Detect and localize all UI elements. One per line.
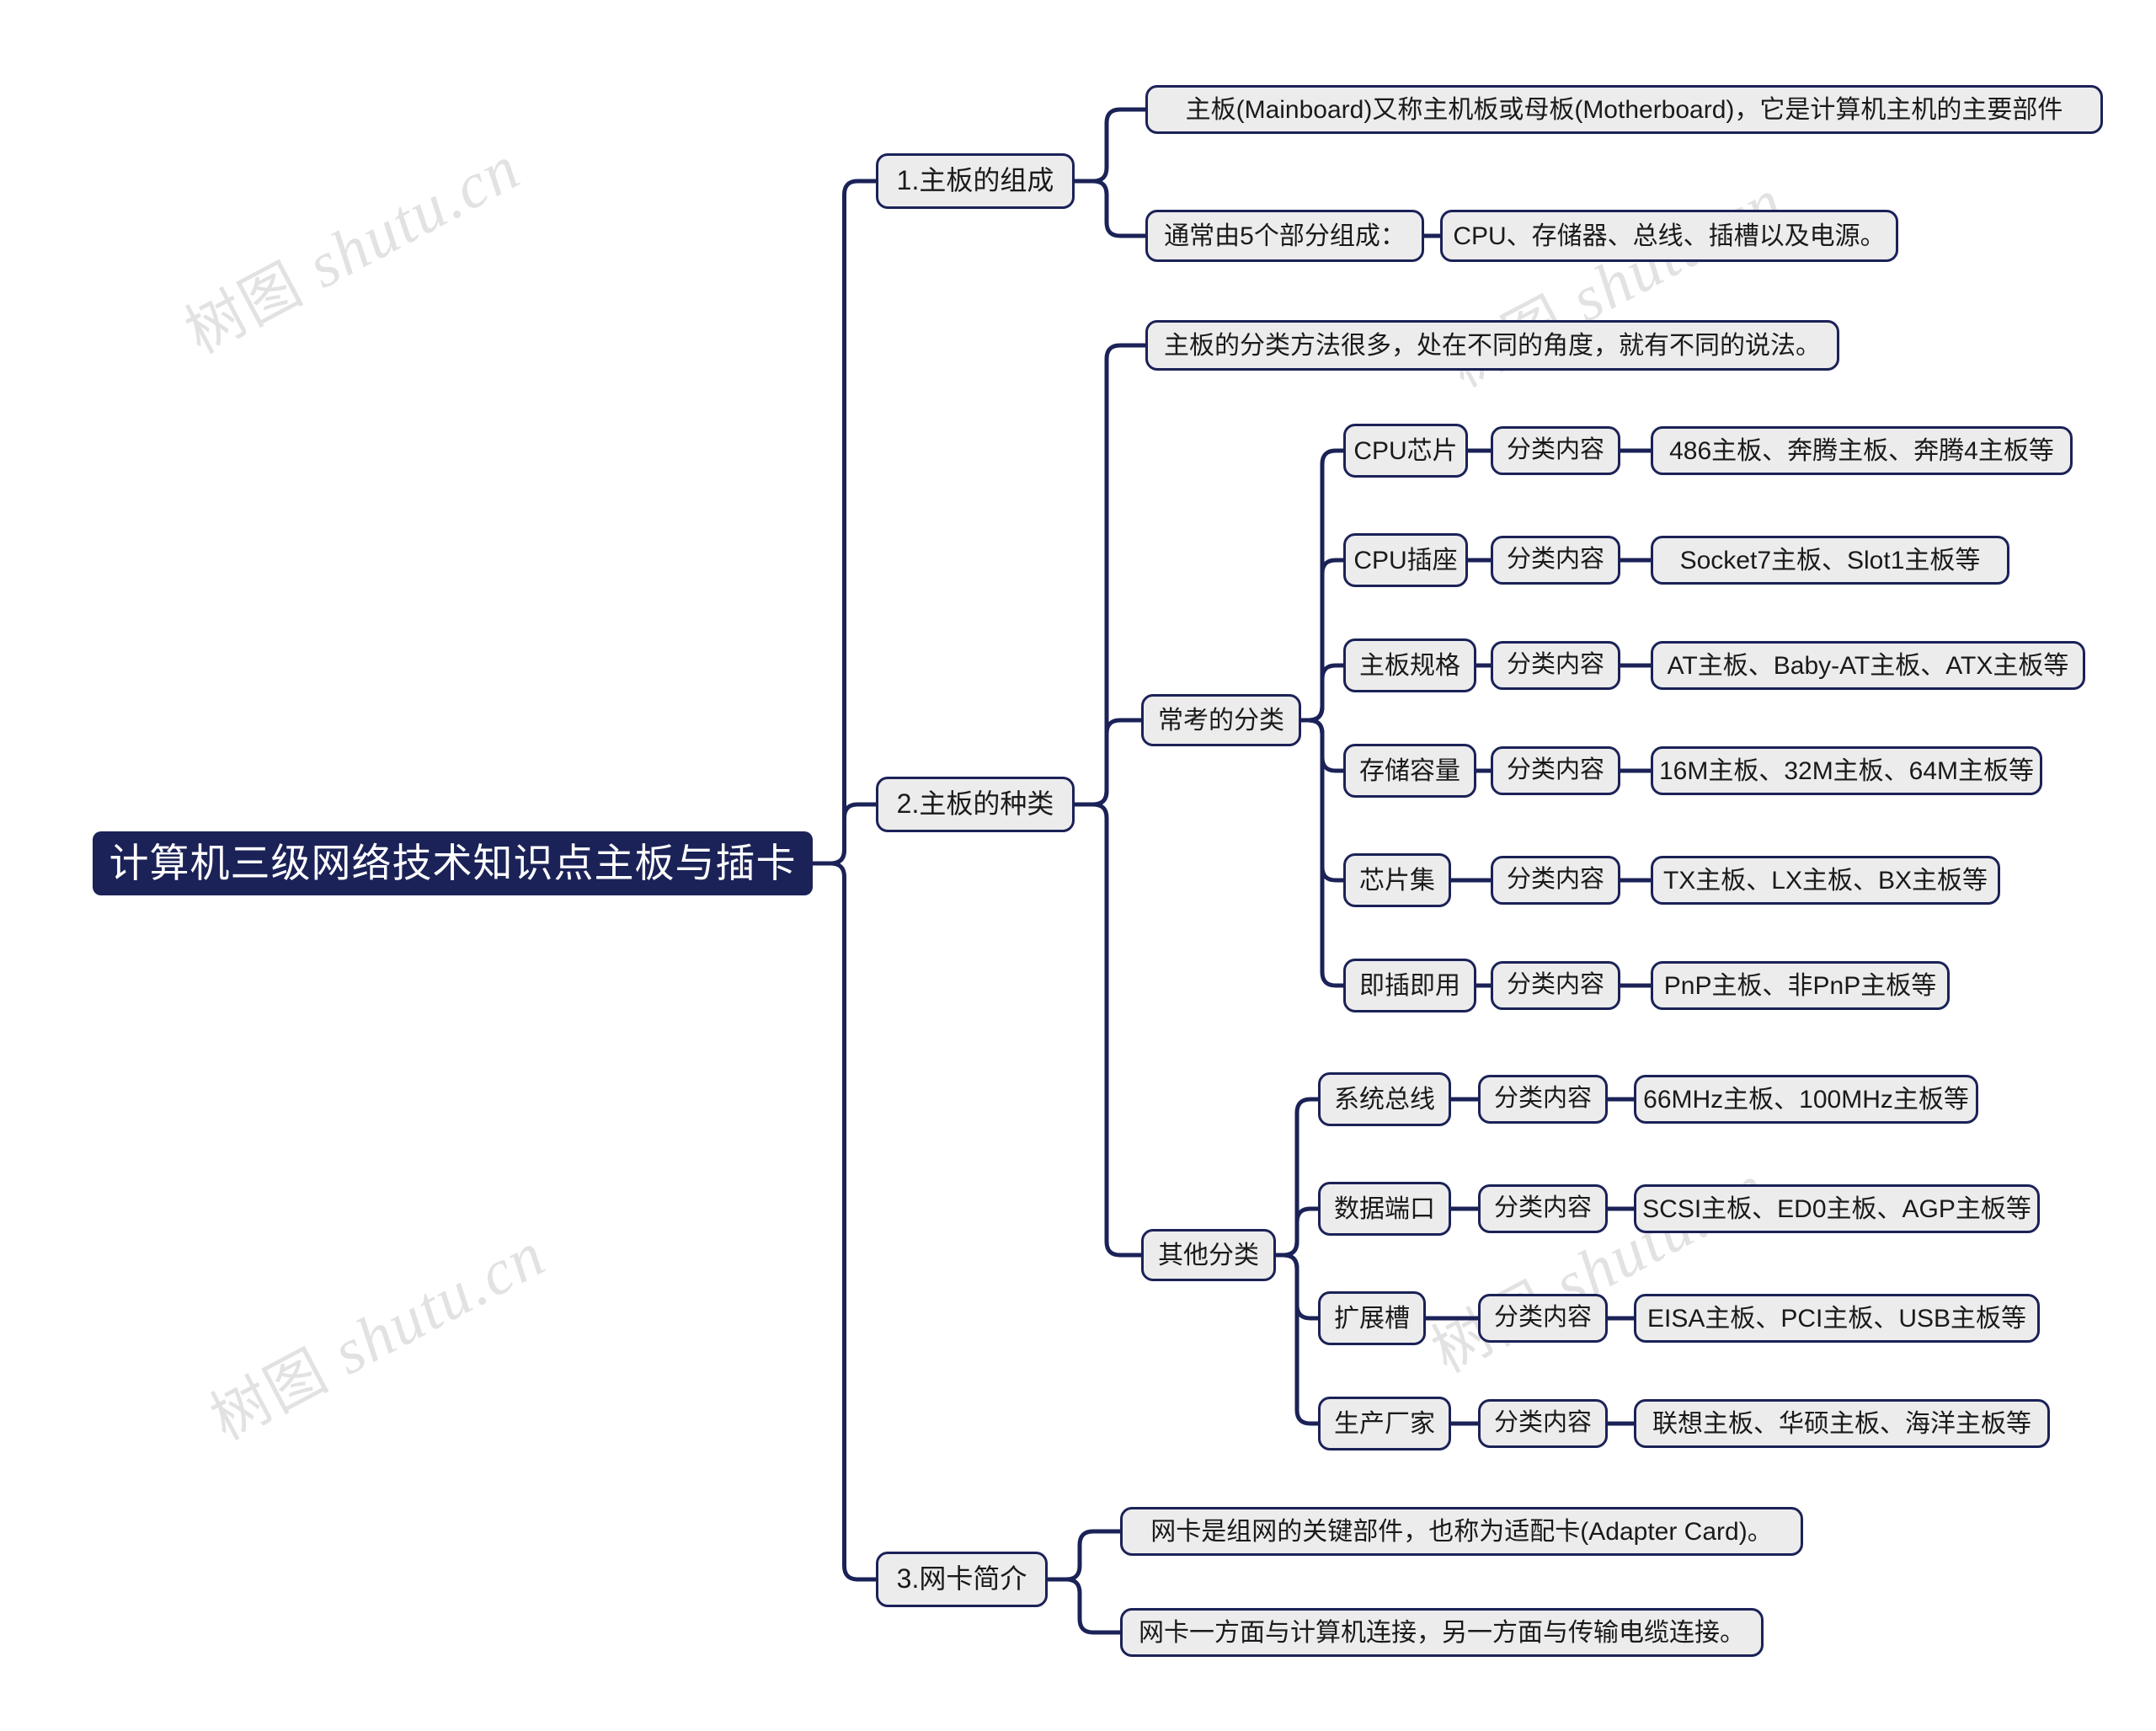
category-node[interactable]: 生产厂家 (1318, 1397, 1451, 1451)
category-node[interactable]: 系统总线 (1318, 1072, 1451, 1126)
classification-label: 分类内容 (1478, 1399, 1608, 1448)
classification-label: 分类内容 (1491, 746, 1620, 795)
detail-node: 主板的分类方法很多，处在不同的角度，就有不同的说法。 (1145, 320, 1839, 371)
detail-node: 网卡是组网的关键部件，也称为适配卡(Adapter Card)。 (1120, 1507, 1803, 1556)
watermark-cjk: 树图 (174, 248, 314, 367)
branch-node-3[interactable]: 3.网卡简介 (876, 1552, 1048, 1607)
value-node: 66MHz主板、100MHz主板等 (1634, 1075, 1978, 1124)
watermark-2: 树图 shutu.cn (194, 1209, 558, 1456)
value-node: 486主板、奔腾主板、奔腾4主板等 (1651, 426, 2073, 475)
category-node[interactable]: 数据端口 (1318, 1182, 1451, 1236)
category-node[interactable]: CPU芯片 (1343, 424, 1468, 478)
category-node[interactable]: 芯片集 (1343, 853, 1451, 907)
watermark-1: 树图 shutu.cn (168, 122, 533, 370)
root-node[interactable]: 计算机三级网络技术知识点主板与插卡 (93, 831, 813, 895)
watermark-latin: shutu.cn (321, 1218, 557, 1389)
value-node: Socket7主板、Slot1主板等 (1651, 536, 2009, 585)
value-node: PnP主板、非PnP主板等 (1651, 961, 1950, 1010)
detail-node: 通常由5个部分组成： (1145, 210, 1424, 262)
classification-label: 分类内容 (1478, 1075, 1608, 1124)
classification-label: 分类内容 (1491, 641, 1620, 690)
classification-label: 分类内容 (1491, 426, 1620, 475)
value-node: 联想主板、华硕主板、海洋主板等 (1634, 1399, 2050, 1448)
watermark-4: 树图 shutu.cn (1415, 1141, 1780, 1389)
value-node: SCSI主板、ED0主板、AGP主板等 (1634, 1184, 2040, 1233)
category-node[interactable]: 主板规格 (1343, 638, 1476, 692)
classification-label: 分类内容 (1491, 536, 1620, 585)
branch-node-1[interactable]: 1.主板的组成 (876, 153, 1075, 209)
category-node[interactable]: 即插即用 (1343, 959, 1476, 1012)
value-node: AT主板、Baby-AT主板、ATX主板等 (1651, 641, 2085, 690)
classification-label: 分类内容 (1478, 1184, 1608, 1233)
classification-label: 分类内容 (1491, 856, 1620, 905)
group-node-other[interactable]: 其他分类 (1141, 1229, 1276, 1281)
value-node: CPU、存储器、总线、插槽以及电源。 (1440, 210, 1898, 262)
watermark-cjk: 树图 (200, 1335, 339, 1454)
detail-node: 网卡一方面与计算机连接，另一方面与传输电缆连接。 (1120, 1608, 1764, 1657)
value-node: EISA主板、PCI主板、USB主板等 (1634, 1294, 2040, 1343)
watermark-latin: shutu.cn (296, 131, 531, 302)
group-node-common[interactable]: 常考的分类 (1141, 694, 1301, 746)
value-node: TX主板、LX主板、BX主板等 (1651, 856, 2000, 905)
category-node[interactable]: CPU插座 (1343, 533, 1468, 587)
category-node[interactable]: 存储容量 (1343, 744, 1476, 798)
value-node: 16M主板、32M主板、64M主板等 (1651, 746, 2042, 795)
branch-node-2[interactable]: 2.主板的种类 (876, 777, 1075, 832)
detail-node: 主板(Mainboard)又称主机板或母板(Motherboard)，它是计算机… (1145, 85, 2103, 134)
category-node[interactable]: 扩展槽 (1318, 1291, 1426, 1345)
classification-label: 分类内容 (1478, 1294, 1608, 1343)
classification-label: 分类内容 (1491, 961, 1620, 1010)
